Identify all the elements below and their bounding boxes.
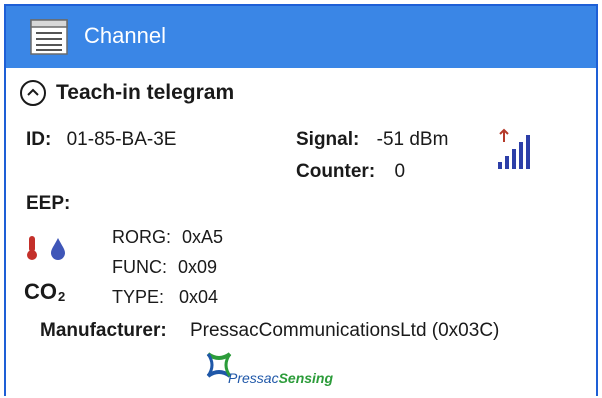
panel-title: Channel bbox=[84, 23, 166, 48]
type-row: TYPE: 0x04 bbox=[112, 285, 218, 309]
id-label: ID: bbox=[26, 129, 52, 150]
signal-value: -51 dBm bbox=[376, 129, 449, 150]
chevron-up-icon bbox=[27, 88, 39, 96]
rorg-row: RORG: 0xA5 bbox=[112, 225, 223, 249]
channel-panel: Channel Teach-in telegram ID: 01-85-BA-3… bbox=[4, 4, 598, 396]
section-title: Teach-in telegram bbox=[56, 81, 235, 104]
thermometer-icon bbox=[27, 236, 37, 260]
humidity-drop-icon bbox=[51, 238, 65, 260]
panel-header: Channel bbox=[6, 6, 596, 68]
manufacturer-value: PressacCommunicationsLtd (0x03C) bbox=[189, 320, 500, 341]
func-label: FUNC: bbox=[112, 257, 167, 277]
collapse-toggle-button[interactable] bbox=[20, 80, 46, 106]
co2-icon: CO2 bbox=[24, 279, 66, 305]
eep-label: EEP: bbox=[26, 193, 71, 214]
counter-label: Counter: bbox=[296, 161, 376, 182]
rorg-label: RORG: bbox=[112, 227, 172, 247]
manufacturer-row: Manufacturer: PressacCommunicationsLtd (… bbox=[40, 319, 499, 343]
panel-content: Teach-in telegram ID: 01-85-BA-3E Signal… bbox=[6, 68, 596, 398]
device-id-row: ID: 01-85-BA-3E bbox=[26, 128, 176, 152]
manufacturer-label: Manufacturer: bbox=[40, 320, 167, 341]
signal-label: Signal: bbox=[296, 129, 360, 150]
id-value: 01-85-BA-3E bbox=[66, 129, 177, 150]
eep-row: EEP: bbox=[26, 192, 70, 216]
channel-list-icon bbox=[30, 19, 68, 55]
signal-row: Signal: -51 dBm bbox=[296, 128, 448, 152]
counter-row: Counter: 0 bbox=[296, 160, 405, 184]
func-row: FUNC: 0x09 bbox=[112, 255, 217, 279]
manufacturer-logo: PressacSensing bbox=[204, 350, 384, 392]
func-value: 0x09 bbox=[178, 257, 218, 277]
type-label: TYPE: bbox=[112, 287, 165, 307]
rorg-value: 0xA5 bbox=[182, 227, 224, 247]
counter-value: 0 bbox=[394, 161, 406, 182]
type-value: 0x04 bbox=[179, 287, 219, 307]
signal-strength-icon bbox=[498, 128, 530, 169]
